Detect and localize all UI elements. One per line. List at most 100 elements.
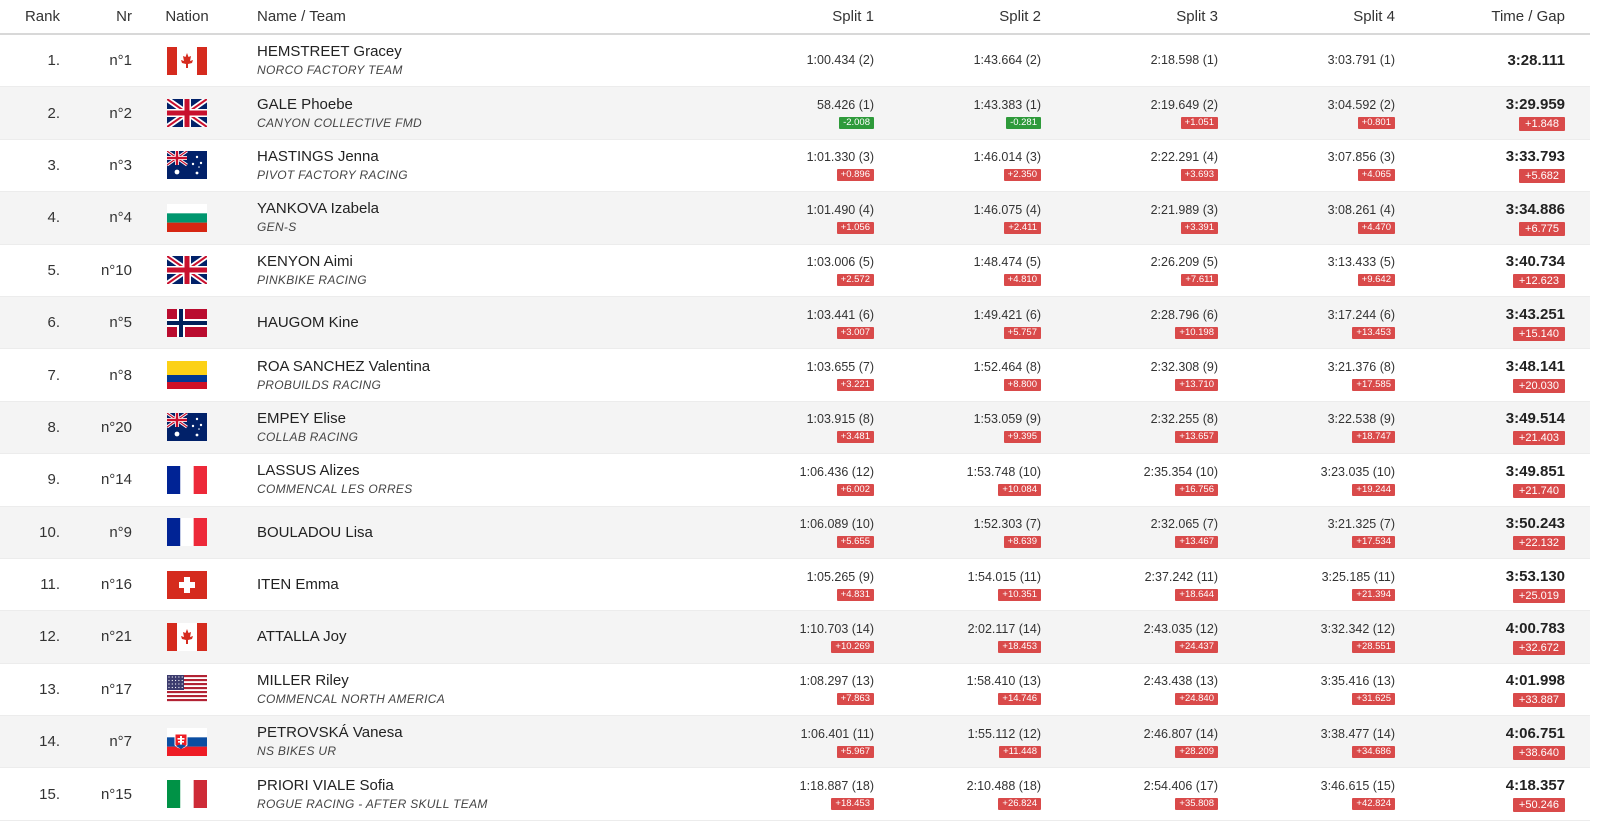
table-row[interactable]: 13. n°17 MILLER Riley COMMENCAL NORTH AMERI…	[0, 664, 1590, 717]
split-time: 3:23.035 (10)	[1320, 464, 1395, 479]
rider-name[interactable]: MILLER Riley	[257, 671, 702, 690]
split-2-cell: 1:53.748 (10) +10.084	[879, 464, 1046, 496]
total-gap-badge: +33.887	[1512, 693, 1565, 708]
table-row[interactable]: 11. n°16 ITEN Emma 1:05.265 (9) +4.831 1:54.0…	[0, 559, 1590, 612]
split-4-cell: 3:17.244 (6) +13.453	[1223, 307, 1400, 339]
table-row[interactable]: 6. n°5 HAUGOM Kine 1:03.441 (6) +3.007 1:49.4…	[0, 296, 1590, 350]
split-gap-badge: +18.453	[831, 798, 874, 811]
header-split-1[interactable]: Split 1	[707, 8, 879, 25]
split-gap-badge: +8.800	[1003, 379, 1041, 392]
split-gap-badge: +28.551	[1352, 640, 1395, 653]
rank: 3.	[47, 156, 60, 174]
header-split-2[interactable]: Split 2	[879, 8, 1046, 25]
table-row[interactable]: 4. n°4 YANKOVA Izabela GEN-S 1:01.490 (4) +1.…	[0, 192, 1590, 245]
total-gap-badge: +21.740	[1512, 483, 1565, 498]
rider-cell: PETROVSKÁ Vanesa NS BIKES UR	[237, 723, 707, 760]
total-time: 4:06.751	[1505, 724, 1565, 742]
rider-name[interactable]: YANKOVA Izabela	[257, 199, 702, 218]
split-2-cell: 1:52.303 (7) +8.639	[879, 516, 1046, 549]
split-time: 1:18.887 (18)	[799, 779, 874, 794]
split-time: 1:52.303 (7)	[973, 517, 1041, 532]
split-1-cell: 1:06.436 (12) +6.002	[707, 464, 879, 496]
split-2-cell: 2:02.117 (14) +18.453	[879, 621, 1046, 653]
split-3-cell: 2:26.209 (5) +7.611	[1046, 254, 1223, 287]
header-split-3[interactable]: Split 3	[1046, 8, 1223, 25]
table-row[interactable]: 15. n°15 PRIORI VIALE Sofia ROGUE RACING - …	[0, 768, 1590, 821]
rider-name[interactable]: LASSUS Alizes	[257, 461, 702, 480]
split-time: 1:00.434 (2)	[806, 53, 874, 68]
bib-number: n°10	[100, 261, 132, 279]
table-row[interactable]: 7. n°8 ROA SANCHEZ Valentina PROBUILDS RACI…	[0, 349, 1590, 402]
split-1-cell: 1:03.006 (5) +2.572	[707, 254, 879, 287]
split-gap-badge: +34.686	[1352, 745, 1395, 758]
table-row[interactable]: 10. n°9 BOULADOU Lisa 1:06.089 (10) +5.655 1:…	[0, 506, 1590, 559]
split-gap-badge: +28.209	[1175, 745, 1218, 758]
total-gap-badge: +38.640	[1512, 745, 1565, 760]
table-row[interactable]: 5. n°10 KENYON Aimi PINKBIKE RACING 1:03.006…	[0, 245, 1590, 297]
nation	[137, 570, 237, 599]
split-time: 1:01.330 (3)	[806, 150, 874, 165]
rider-cell: YANKOVA Izabela GEN-S	[237, 199, 707, 236]
rider-name[interactable]: HASTINGS Jenna	[257, 147, 702, 166]
split-gap-badge: +26.824	[998, 798, 1041, 811]
bib-number: n°17	[100, 680, 132, 698]
rider-name[interactable]: PRIORI VIALE Sofia	[257, 776, 702, 795]
rider-name[interactable]: BOULADOU Lisa	[257, 523, 702, 542]
total-time-cell: 4:06.751 +38.640	[1400, 724, 1570, 760]
split-2-cell: 1:43.383 (1) -0.281	[879, 97, 1046, 130]
rider-name[interactable]: PETROVSKÁ Vanesa	[257, 723, 702, 742]
table-row[interactable]: 1. n°1 HEMSTREET Gracey NORCO FACTORY TEAM 1…	[0, 35, 1590, 88]
rider-name[interactable]: KENYON Aimi	[257, 252, 702, 271]
total-time-cell: 3:43.251 +15.140	[1400, 305, 1570, 341]
total-gap-badge: +32.672	[1512, 640, 1565, 655]
rider-name[interactable]: HEMSTREET Gracey	[257, 42, 702, 61]
split-gap-badge: +10.198	[1175, 326, 1218, 339]
header-rank[interactable]: Rank	[0, 8, 65, 25]
table-row[interactable]: 2. n°2 GALE Phoebe CANYON COLLECTIVE FMD 58.…	[0, 87, 1590, 140]
header-split-4[interactable]: Split 4	[1223, 8, 1400, 25]
split-time: 2:43.035 (12)	[1143, 621, 1218, 636]
split-time: 58.426 (1)	[817, 98, 874, 113]
bib-number: n°16	[100, 576, 132, 594]
split-2-cell: 1:54.015 (11) +10.351	[879, 569, 1046, 601]
split-1-cell: 1:03.655 (7) +3.221	[707, 359, 879, 392]
split-time: 1:05.265 (9)	[806, 569, 874, 584]
rider-name[interactable]: EMPEY Elise	[257, 409, 702, 428]
rider-name[interactable]: ATTALLA Joy	[257, 627, 702, 646]
table-row[interactable]: 3. n°3 HASTINGS Jenna PIVOT FACTORY RACING 1…	[0, 140, 1590, 193]
table-row[interactable]: 8. n°20 EMPEY Elise COLLAB RACING 1:03.915 (…	[0, 401, 1590, 455]
total-time: 3:29.959	[1505, 96, 1565, 114]
split-gap-badge: +0.896	[836, 169, 874, 182]
team-name: PROBUILDS RACING	[257, 377, 382, 392]
split-gap-badge: +5.655	[836, 536, 874, 549]
rider-cell: ROA SANCHEZ Valentina PROBUILDS RACING	[237, 357, 707, 394]
table-row[interactable]: 14. n°7 PETROVSKÁ Vanesa NS BIKES UR 1:06.40…	[0, 716, 1590, 769]
rank: 8.	[47, 418, 60, 436]
table-row[interactable]: 9. n°14 LASSUS Alizes COMMENCAL LES ORRES 1:…	[0, 454, 1590, 507]
total-gap-badge: +15.140	[1512, 326, 1565, 341]
flag-icon	[167, 361, 207, 390]
rider-name[interactable]: ROA SANCHEZ Valentina	[257, 357, 702, 376]
total-time: 3:43.251	[1505, 305, 1565, 323]
total-time: 3:53.130	[1505, 567, 1565, 585]
rider-name[interactable]: ITEN Emma	[257, 575, 702, 594]
total-gap-badge: +25.019	[1512, 588, 1565, 603]
flag-icon	[167, 46, 207, 75]
header-time-gap[interactable]: Time / Gap	[1400, 8, 1570, 25]
split-4-cell: 3:35.416 (13) +31.625	[1223, 673, 1400, 706]
flag-icon	[167, 518, 207, 547]
header-name-team[interactable]: Name / Team	[237, 8, 707, 25]
header-nr[interactable]: Nr	[65, 8, 137, 25]
split-gap-badge: +10.351	[998, 588, 1041, 601]
bib-number: n°3	[109, 156, 132, 174]
rider-name[interactable]: GALE Phoebe	[257, 95, 702, 114]
total-time-cell: 3:49.851 +21.740	[1400, 462, 1570, 498]
total-gap-badge: +1.848	[1519, 117, 1565, 132]
header-nation[interactable]: Nation	[137, 8, 237, 25]
table-row[interactable]: 12. n°21 ATTALLA Joy 1:10.703 (14) +10.269 2:…	[0, 611, 1590, 664]
split-gap-badge: +18.644	[1175, 588, 1218, 601]
rank: 9.	[47, 471, 60, 489]
rider-name[interactable]: HAUGOM Kine	[257, 313, 702, 332]
flag-icon	[167, 308, 207, 337]
split-gap-badge: +9.642	[1357, 274, 1395, 287]
